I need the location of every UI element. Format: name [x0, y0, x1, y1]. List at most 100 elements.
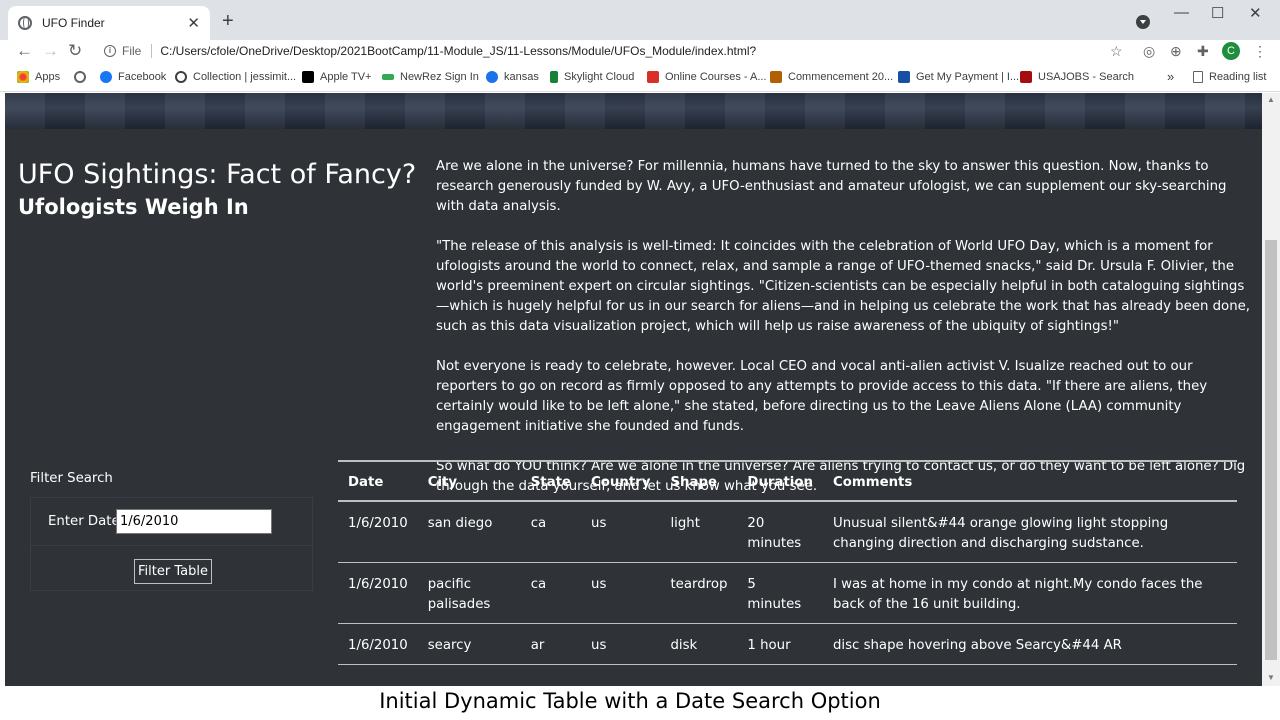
bookmark-label: Skylight Cloud	[564, 71, 635, 83]
article-paragraph: Are we alone in the universe? For millen…	[436, 159, 1227, 214]
tab-title: UFO Finder	[42, 16, 105, 30]
cell-city: searcy	[417, 623, 521, 665]
bookmark-label: NewRez Sign In	[400, 71, 479, 83]
image-caption: Initial Dynamic Table with a Date Search…	[0, 686, 1280, 720]
cell-state: ar	[520, 623, 582, 665]
table-header-row: Date City State Country Shape Duration C…	[338, 460, 1237, 502]
close-window-button[interactable]: ✕	[1249, 4, 1262, 22]
bookmark-star-icon[interactable]: ☆	[1110, 43, 1123, 60]
address-divider	[151, 44, 153, 58]
puzzle-icon[interactable]: ✚	[1197, 43, 1209, 60]
bookmark-skylight[interactable]: Skylight Cloud	[550, 71, 634, 83]
cell-city: san diego	[417, 501, 521, 563]
bookmark-newrez[interactable]: NewRez Sign In	[382, 71, 479, 83]
cell-shape: teardrop	[660, 562, 738, 624]
menu-icon[interactable]: ⋮	[1253, 43, 1267, 60]
header-state: State	[520, 460, 582, 502]
reload-icon[interactable]: ↻	[68, 41, 82, 61]
cell-shape: light	[660, 501, 738, 563]
globe-icon	[74, 71, 86, 83]
filter-title: Filter Search	[30, 471, 113, 486]
bookmark-appletv[interactable]: Apple TV+	[302, 71, 371, 83]
cell-duration: 20 minutes	[737, 501, 823, 563]
new-tab-button[interactable]: +	[222, 10, 234, 33]
close-tab-icon[interactable]: ✕	[187, 14, 200, 32]
table-row: 1/6/2010 searcy ar us disk 1 hour disc s…	[338, 623, 1237, 665]
bookmarks-bar: Apps Facebook Collection | jessimit... A…	[0, 64, 1280, 92]
irs-icon	[898, 71, 910, 83]
page-content: UFO Sightings: Fact of Fancy? Ufologists…	[5, 129, 1262, 686]
table-row: 1/6/2010 pacific palisades ca us teardro…	[338, 562, 1237, 624]
kansas-icon	[486, 71, 498, 83]
gear-icon	[175, 71, 187, 83]
tab-bar: UFO Finder ✕ + — ☐ ✕	[0, 0, 1280, 40]
tab-search-icon[interactable]	[1136, 15, 1150, 29]
bookmark-courses[interactable]: Online Courses - A...	[647, 71, 767, 83]
cell-comments: Unusual silent&#44 orange glowing light …	[822, 501, 1237, 563]
cell-comments: I was at home in my condo at night.My co…	[822, 562, 1237, 624]
bookmark-apps[interactable]: Apps	[17, 71, 60, 83]
bookmark-label: kansas	[504, 71, 539, 83]
address-bar[interactable]: i File C:/Users/cfole/OneDrive/Desktop/2…	[96, 40, 1134, 62]
table-row: 1/6/2010 san diego ca us light 20 minute…	[338, 501, 1237, 563]
cell-country: us	[581, 501, 661, 563]
filter-panel: Enter Date: Filter Table	[30, 497, 313, 591]
scroll-up-icon[interactable]: ▲	[1267, 95, 1275, 104]
bookmark-usajobs[interactable]: USAJOBS - Search	[1020, 71, 1134, 83]
page-scrollbar[interactable]: ▲ ▼	[1262, 93, 1280, 686]
scroll-down-icon[interactable]: ▼	[1267, 673, 1275, 682]
page-viewport: UFO Sightings: Fact of Fancy? Ufologists…	[0, 93, 1262, 686]
cell-state: ca	[520, 501, 582, 563]
maximize-button[interactable]: ☐	[1211, 4, 1224, 22]
date-label: Enter Date:	[48, 514, 125, 529]
bookmarks-more-button[interactable]: »	[1167, 69, 1174, 84]
extension-icon[interactable]: ◎	[1143, 43, 1155, 60]
usajobs-icon	[1020, 71, 1032, 83]
cell-country: us	[581, 623, 661, 665]
back-icon[interactable]: ←	[16, 41, 33, 61]
bookmark-collection[interactable]: Collection | jessimit...	[175, 71, 296, 83]
bookmark-globe[interactable]	[74, 71, 92, 83]
bookmark-label: Collection | jessimit...	[193, 71, 297, 83]
browser-toolbar: ← → ↻ i File C:/Users/cfole/OneDrive/Des…	[0, 40, 1280, 64]
globe-icon	[18, 16, 32, 30]
forward-icon[interactable]: →	[42, 41, 59, 61]
page-subtitle: Ufologists Weigh In	[18, 195, 249, 219]
header-date: Date	[338, 460, 418, 502]
bookmark-label: Commencement 20...	[788, 71, 894, 83]
bookmark-label: USAJOBS - Search	[1038, 71, 1134, 83]
cell-date: 1/6/2010	[338, 623, 418, 665]
cell-state: ca	[520, 562, 582, 624]
cell-country: us	[581, 562, 661, 624]
bookmark-kansas[interactable]: kansas	[486, 71, 539, 83]
header-comments: Comments	[822, 460, 1237, 502]
bookmark-label: Apps	[35, 71, 61, 83]
cell-date: 1/6/2010	[338, 501, 418, 563]
bookmark-commencement[interactable]: Commencement 20...	[770, 71, 893, 83]
extension-h-icon[interactable]: ⊕	[1170, 43, 1182, 60]
ufo-table: Date City State Country Shape Duration C…	[338, 460, 1237, 665]
filter-table-button[interactable]: Filter Table	[134, 559, 212, 584]
cell-date: 1/6/2010	[338, 562, 418, 624]
cell-city: pacific palisades	[417, 562, 521, 624]
skylight-icon	[550, 71, 558, 83]
bookmark-facebook[interactable]: Facebook	[100, 71, 166, 83]
reading-list-button[interactable]: Reading list	[1193, 71, 1266, 83]
reading-list-icon	[1193, 71, 1203, 83]
browser-tab[interactable]: UFO Finder ✕	[8, 6, 210, 40]
url-text[interactable]: C:/Users/cfole/OneDrive/Desktop/2021Boot…	[160, 44, 756, 58]
cell-duration: 1 hour	[737, 623, 823, 665]
apps-grid-icon	[17, 71, 29, 83]
bookmark-irs[interactable]: Get My Payment | I...	[898, 71, 1019, 83]
cell-shape: disk	[660, 623, 738, 665]
bookmark-label: Apple TV+	[320, 71, 372, 83]
bookmark-label: Online Courses - A...	[665, 71, 767, 83]
profile-avatar[interactable]: C	[1222, 42, 1240, 60]
date-input[interactable]	[116, 509, 272, 534]
header-duration: Duration	[737, 460, 823, 502]
scrollbar-thumb[interactable]	[1265, 240, 1277, 660]
article-paragraph: Not everyone is ready to celebrate, howe…	[436, 359, 1208, 434]
header-city: City	[417, 460, 521, 502]
info-icon[interactable]: i	[104, 45, 116, 57]
minimize-button[interactable]: —	[1174, 4, 1189, 21]
